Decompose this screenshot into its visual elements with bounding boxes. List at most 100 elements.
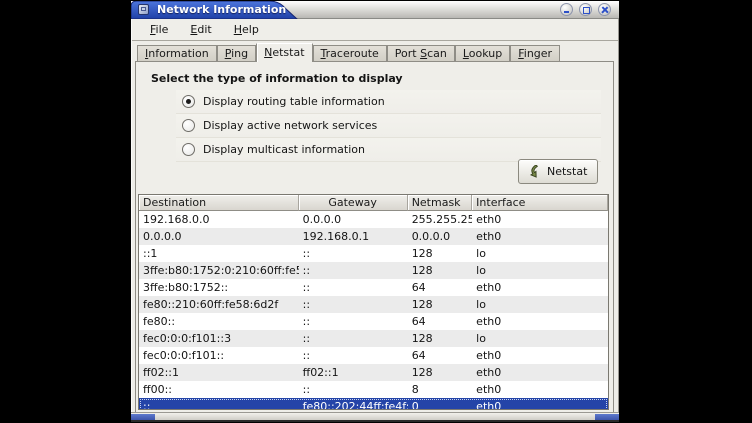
table-cell: eth0 bbox=[472, 313, 608, 330]
table-row[interactable]: ::1::128lo bbox=[139, 245, 608, 262]
network-information-window: Network Information FileEdit Help Informa… bbox=[130, 0, 620, 423]
app-icon bbox=[138, 4, 149, 15]
table-cell: 3ffe:b80:1752:: bbox=[139, 279, 299, 296]
table-cell: eth0 bbox=[472, 279, 608, 296]
table-cell: 0.0.0.0 bbox=[299, 211, 408, 228]
radio-selected-icon[interactable] bbox=[182, 95, 195, 108]
table-cell: 128 bbox=[408, 296, 472, 313]
table-cell: fec0:0:0:f101:: bbox=[139, 347, 299, 364]
table-cell: eth0 bbox=[472, 228, 608, 245]
table-cell: :: bbox=[299, 330, 408, 347]
table-cell: 192.168.0.0 bbox=[139, 211, 299, 228]
table-cell: 192.168.0.1 bbox=[299, 228, 408, 245]
table-cell: 3ffe:b80:1752:0:210:60ff:fe58:6d2f bbox=[139, 262, 299, 279]
tab-information[interactable]: Information bbox=[137, 45, 217, 61]
table-cell: eth0 bbox=[472, 211, 608, 228]
table-row[interactable]: ::fe80::202:44ff:fe4f:83e10eth0 bbox=[139, 398, 608, 410]
table-cell: fe80:: bbox=[139, 313, 299, 330]
tab-strip: InformationPingNetstatTraceroutePort Sca… bbox=[135, 43, 614, 61]
table-cell: :: bbox=[139, 398, 299, 410]
table-row[interactable]: 0.0.0.0192.168.0.10.0.0.0eth0 bbox=[139, 228, 608, 245]
table-cell: ff00:: bbox=[139, 381, 299, 398]
tab-lookup[interactable]: Lookup bbox=[455, 45, 510, 61]
table-cell: lo bbox=[472, 262, 608, 279]
table-row[interactable]: 3ffe:b80:1752:0:210:60ff:fe58:6d2f::128l… bbox=[139, 262, 608, 279]
minimize-icon[interactable] bbox=[560, 3, 573, 16]
radio-option-0[interactable]: Display routing table information bbox=[176, 90, 601, 114]
radio-unselected-icon[interactable] bbox=[182, 119, 195, 132]
menu-edit[interactable]: Edit bbox=[181, 21, 220, 38]
table-cell: 128 bbox=[408, 364, 472, 381]
column-header-netmask[interactable]: Netmask bbox=[408, 195, 472, 211]
radio-unselected-icon[interactable] bbox=[182, 143, 195, 156]
close-icon[interactable] bbox=[598, 3, 611, 16]
table-cell: :: bbox=[299, 262, 408, 279]
table-row[interactable]: ff00::::8eth0 bbox=[139, 381, 608, 398]
table-cell: :: bbox=[299, 296, 408, 313]
table-cell: fec0:0:0:f101::3 bbox=[139, 330, 299, 347]
netstat-button[interactable]: Netstat bbox=[518, 159, 598, 184]
table-cell: lo bbox=[472, 330, 608, 347]
table-cell: 64 bbox=[408, 347, 472, 364]
table-cell: eth0 bbox=[472, 347, 608, 364]
table-cell: 255.255.255.0 bbox=[408, 211, 472, 228]
titlebar[interactable]: Network Information bbox=[131, 1, 619, 19]
desktop: { "window": { "title": "Network Informat… bbox=[0, 0, 752, 423]
table-cell: eth0 bbox=[472, 364, 608, 381]
table-cell: 64 bbox=[408, 279, 472, 296]
table-row[interactable]: fec0:0:0:f101::3::128lo bbox=[139, 330, 608, 347]
table-cell: lo bbox=[472, 245, 608, 262]
table-cell: :: bbox=[299, 313, 408, 330]
tab-traceroute[interactable]: Traceroute bbox=[313, 45, 387, 61]
table-cell: fe80::210:60ff:fe58:6d2f bbox=[139, 296, 299, 313]
table-cell: 64 bbox=[408, 313, 472, 330]
resize-grip-right[interactable] bbox=[595, 414, 619, 422]
table-cell: 128 bbox=[408, 330, 472, 347]
table-cell: ff02::1 bbox=[139, 364, 299, 381]
table-cell: 0.0.0.0 bbox=[408, 228, 472, 245]
column-header-destination[interactable]: Destination bbox=[139, 195, 299, 211]
table-cell: 0 bbox=[408, 398, 472, 410]
tab-ping[interactable]: Ping bbox=[217, 45, 256, 61]
netstat-button-label: Netstat bbox=[547, 165, 587, 178]
table-row[interactable]: fe80::210:60ff:fe58:6d2f::128lo bbox=[139, 296, 608, 313]
table-cell: 8 bbox=[408, 381, 472, 398]
radio-option-label: Display active network services bbox=[203, 119, 377, 132]
netstat-panel: Select the type of information to displa… bbox=[135, 61, 614, 413]
table-cell: ::1 bbox=[139, 245, 299, 262]
notebook: InformationPingNetstatTraceroutePort Sca… bbox=[135, 43, 614, 413]
table-cell: 128 bbox=[408, 245, 472, 262]
menu-help[interactable]: Help bbox=[225, 21, 268, 38]
table-cell: fe80::202:44ff:fe4f:83e1 bbox=[299, 398, 408, 410]
column-header-interface[interactable]: Interface bbox=[472, 195, 608, 211]
column-header-gateway[interactable]: Gateway bbox=[299, 195, 408, 211]
table-row[interactable]: fec0:0:0:f101::::64eth0 bbox=[139, 347, 608, 364]
maximize-icon[interactable] bbox=[579, 3, 592, 16]
table-cell: :: bbox=[299, 347, 408, 364]
window-bottom-border[interactable] bbox=[131, 412, 619, 422]
table-cell: :: bbox=[299, 279, 408, 296]
menu-file[interactable]: File bbox=[141, 21, 177, 38]
table-cell: eth0 bbox=[472, 398, 608, 410]
table-row[interactable]: 3ffe:b80:1752::::64eth0 bbox=[139, 279, 608, 296]
netstat-run-icon bbox=[527, 165, 542, 179]
radio-options: Display routing table information Display… bbox=[176, 90, 601, 162]
tab-netstat[interactable]: Netstat bbox=[256, 43, 312, 62]
section-heading: Select the type of information to displa… bbox=[151, 72, 403, 85]
tab-port-scan[interactable]: Port Scan bbox=[387, 45, 455, 61]
table-cell: 0.0.0.0 bbox=[139, 228, 299, 245]
routing-table: DestinationGatewayNetmaskInterface 192.1… bbox=[138, 194, 609, 410]
table-cell: eth0 bbox=[472, 381, 608, 398]
routing-table-body: 192.168.0.00.0.0.0255.255.255.0eth00.0.0… bbox=[139, 211, 608, 410]
tab-finger[interactable]: Finger bbox=[510, 45, 560, 61]
table-row[interactable]: ff02::1ff02::1128eth0 bbox=[139, 364, 608, 381]
table-row[interactable]: fe80::::64eth0 bbox=[139, 313, 608, 330]
menubar: FileEdit Help bbox=[132, 19, 618, 41]
window-controls bbox=[560, 3, 611, 16]
resize-grip-left[interactable] bbox=[131, 414, 155, 422]
radio-option-1[interactable]: Display active network services bbox=[176, 114, 601, 138]
table-row[interactable]: 192.168.0.00.0.0.0255.255.255.0eth0 bbox=[139, 211, 608, 228]
radio-option-label: Display routing table information bbox=[203, 95, 385, 108]
table-cell: :: bbox=[299, 381, 408, 398]
table-cell: 128 bbox=[408, 262, 472, 279]
